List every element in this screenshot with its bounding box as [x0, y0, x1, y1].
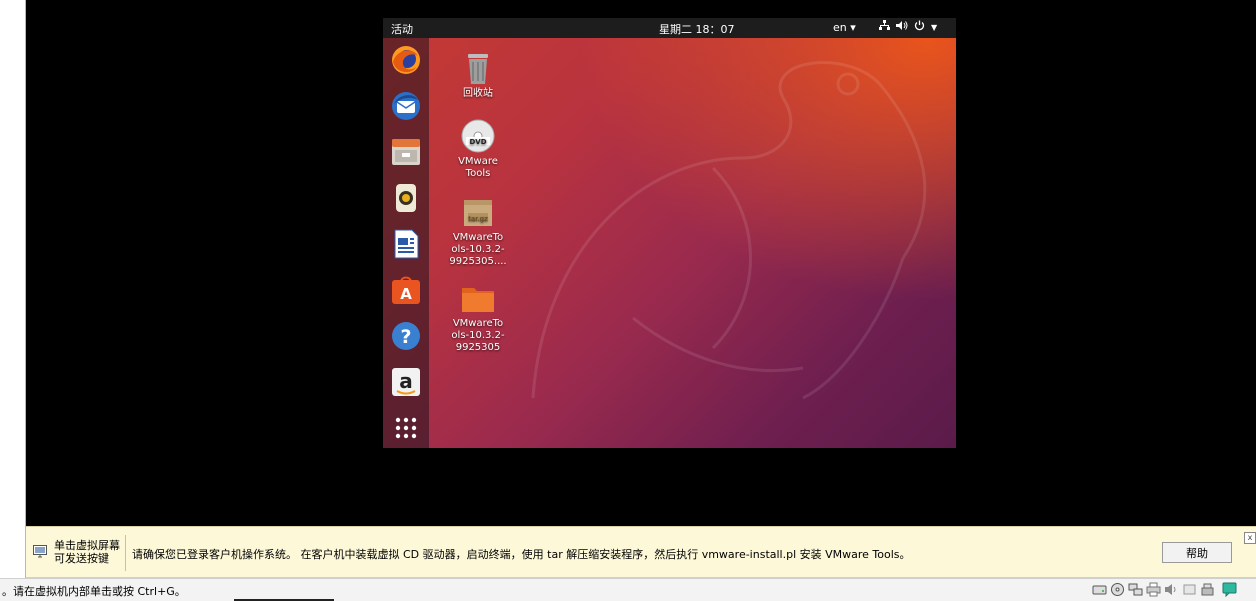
- sound-icon[interactable]: [1164, 582, 1179, 597]
- host-sidebar-strip: [0, 0, 26, 580]
- network-icon: [879, 20, 890, 34]
- amazon-icon[interactable]: a: [390, 366, 422, 398]
- display-icon[interactable]: [1200, 582, 1215, 597]
- cdrom-icon[interactable]: [1110, 582, 1125, 597]
- rhythmbox-icon[interactable]: [390, 182, 422, 214]
- libreoffice-writer-icon[interactable]: [390, 228, 422, 260]
- archive-icon: tar.gz: [460, 194, 496, 230]
- chevron-down-icon: ▼: [931, 22, 938, 32]
- vm-display-area[interactable]: 活动 星期二 18：07 en ▾ ▼ A ? a 回收站 DVD VMware…: [26, 0, 1256, 526]
- help-button[interactable]: 帮助: [1162, 542, 1232, 563]
- status-bar: 。请在虚拟机内部单击或按 Ctrl+G。: [0, 578, 1256, 601]
- svg-text:a: a: [399, 369, 413, 393]
- svg-text:?: ?: [400, 326, 411, 348]
- firefox-icon[interactable]: [390, 44, 422, 76]
- input-language-menu[interactable]: en ▾: [833, 21, 856, 34]
- hard-disk-icon[interactable]: [1092, 582, 1107, 597]
- close-icon[interactable]: x: [1244, 532, 1256, 544]
- svg-text:A: A: [400, 285, 412, 303]
- svg-text:DVD: DVD: [469, 138, 486, 146]
- power-icon: [914, 20, 925, 34]
- show-applications-icon[interactable]: [390, 412, 422, 444]
- status-message: 。请在虚拟机内部单击或按 Ctrl+G。: [2, 585, 186, 598]
- vmware-tools-info-bar: 单击虚拟屏幕 可发送按键 请确保您已登录客户机操作系统。 在客户机中装载虚拟 C…: [26, 526, 1256, 578]
- desktop-icon-label: VMwareTo ols-10.3.2- 9925305....: [449, 232, 507, 267]
- desktop-icon-vmware-tools-archive[interactable]: tar.gz VMwareTo ols-10.3.2- 9925305....: [446, 194, 510, 268]
- usb-icon[interactable]: [1182, 582, 1197, 597]
- ubuntu-guest-screen[interactable]: 活动 星期二 18：07 en ▾ ▼ A ? a 回收站 DVD VMware…: [383, 18, 956, 448]
- volume-icon: [896, 20, 908, 34]
- desktop-icon-label: VMwareTo ols-10.3.2- 9925305: [451, 318, 505, 353]
- desktop-icon-vmware-tools-cd[interactable]: DVD VMware Tools: [446, 118, 510, 180]
- help-icon[interactable]: ?: [390, 320, 422, 352]
- ubuntu-software-icon[interactable]: A: [390, 274, 422, 306]
- divider: [125, 535, 126, 571]
- files-icon[interactable]: [390, 136, 422, 168]
- monitor-icon: [33, 545, 47, 561]
- activities-button[interactable]: 活动: [391, 21, 413, 37]
- clock[interactable]: 星期二 18：07: [659, 21, 735, 37]
- device-tray: [1092, 582, 1237, 598]
- network-icon[interactable]: [1128, 582, 1143, 597]
- ubuntu-dock: A ? a: [383, 38, 429, 448]
- message-icon[interactable]: [1222, 582, 1237, 598]
- svg-text:tar.gz: tar.gz: [468, 215, 488, 223]
- desktop-icon-label: 回收站: [463, 88, 493, 99]
- folder-icon: [460, 280, 496, 316]
- desktop-icon-vmware-tools-folder[interactable]: VMwareTo ols-10.3.2- 9925305: [446, 280, 510, 354]
- trash-icon: [460, 50, 496, 86]
- thunderbird-icon[interactable]: [390, 90, 422, 122]
- desktop-icon-label: VMware Tools: [458, 156, 498, 179]
- desktop-icon-trash[interactable]: 回收站: [446, 50, 510, 100]
- printer-icon[interactable]: [1146, 582, 1161, 597]
- dvd-icon: DVD: [460, 118, 496, 154]
- click-to-send-keys-hint: 单击虚拟屏幕 可发送按键: [54, 539, 120, 565]
- ubuntu-top-bar: 活动 星期二 18：07 en ▾ ▼: [383, 18, 956, 38]
- system-tray[interactable]: ▼: [879, 20, 937, 34]
- install-instructions-message: 请确保您已登录客户机操作系统。 在客户机中装载虚拟 CD 驱动器，启动终端，使用…: [132, 548, 911, 561]
